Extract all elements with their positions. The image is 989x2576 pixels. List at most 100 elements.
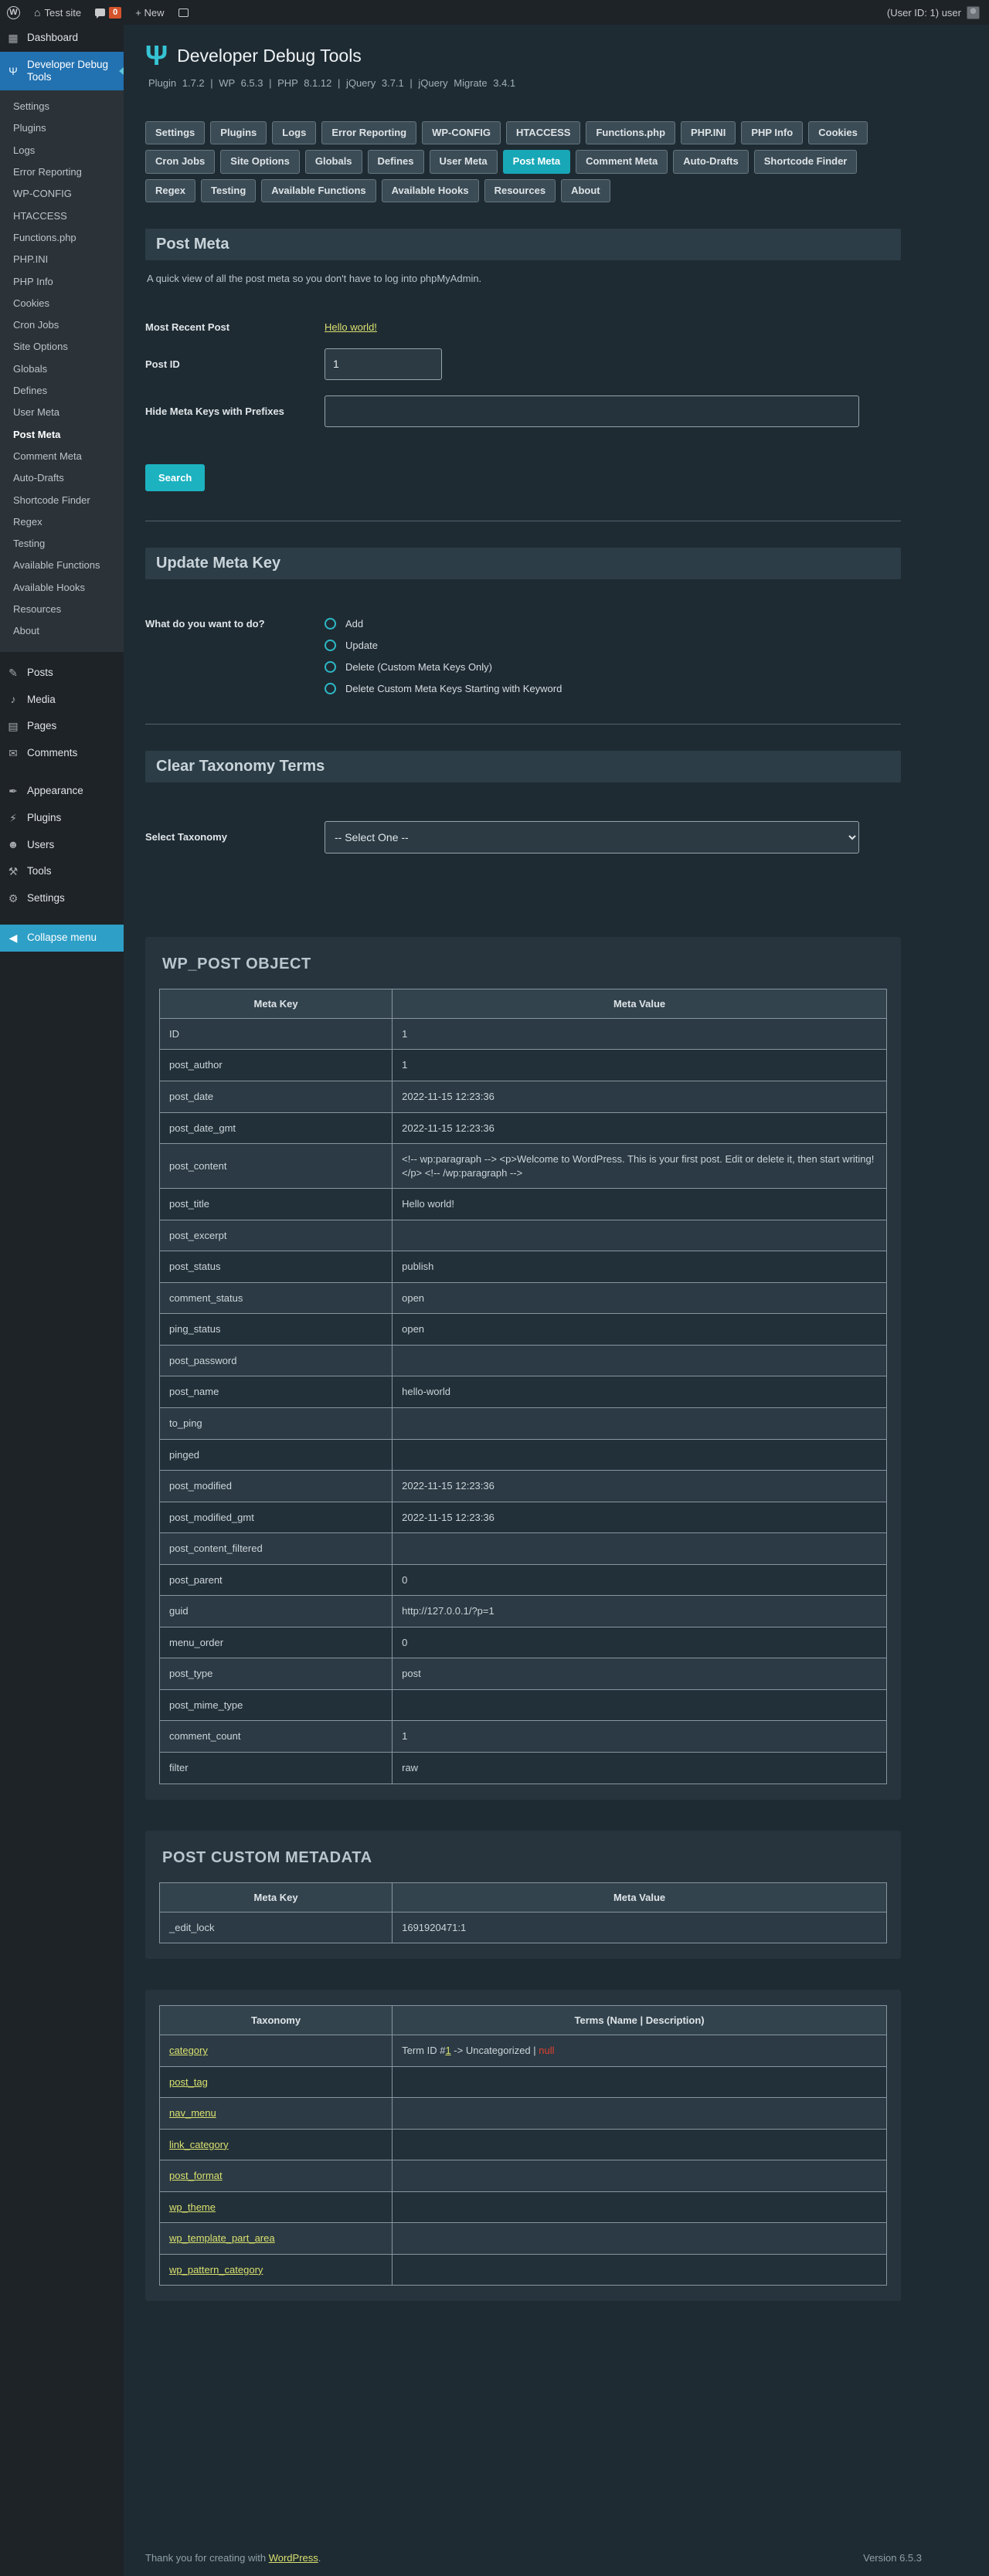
tab[interactable]: Defines bbox=[368, 150, 424, 173]
sidebar-item-dashboard[interactable]: ▦ Dashboard bbox=[0, 25, 124, 52]
submenu-item[interactable]: WP-CONFIG bbox=[0, 183, 124, 205]
tab[interactable]: Post Meta bbox=[503, 150, 570, 173]
sidebar-item[interactable]: ✒ Appearance bbox=[0, 778, 124, 805]
comments-link[interactable]: 0 bbox=[88, 0, 128, 25]
table-row: post_date 2022-11-15 12:23:36 bbox=[160, 1081, 887, 1112]
new-content-link[interactable]: + New bbox=[128, 0, 171, 25]
meta-value-cell bbox=[393, 1220, 887, 1251]
sidebar-item[interactable]: ♪ Media bbox=[0, 686, 124, 713]
tab[interactable]: Shortcode Finder bbox=[754, 150, 858, 173]
meta-value-cell: 2022-11-15 12:23:36 bbox=[393, 1112, 887, 1144]
tab[interactable]: Error Reporting bbox=[321, 121, 416, 144]
tab[interactable]: HTACCESS bbox=[506, 121, 581, 144]
term-id-link[interactable]: 1 bbox=[445, 2045, 450, 2056]
tab[interactable]: User Meta bbox=[430, 150, 498, 173]
tab[interactable]: Available Hooks bbox=[382, 179, 479, 202]
tab[interactable]: Available Functions bbox=[261, 179, 376, 202]
post-id-input[interactable] bbox=[325, 348, 442, 380]
tab[interactable]: Comment Meta bbox=[576, 150, 668, 173]
taxonomy-link[interactable]: wp_theme bbox=[169, 2201, 216, 2213]
tab[interactable]: Plugins bbox=[210, 121, 267, 144]
taxonomy-select[interactable]: -- Select One -- bbox=[325, 821, 859, 854]
wordpress-link[interactable]: WordPress bbox=[269, 2552, 318, 2564]
taxonomy-link[interactable]: link_category bbox=[169, 2139, 229, 2150]
wp-logo-menu[interactable]: W bbox=[0, 0, 27, 25]
submenu-item[interactable]: PHP.INI bbox=[0, 249, 124, 270]
submenu-item[interactable]: Settings bbox=[0, 96, 124, 117]
meta-key-cell: post_content bbox=[160, 1144, 393, 1189]
tab[interactable]: PHP Info bbox=[741, 121, 803, 144]
submenu-item[interactable]: Comment Meta bbox=[0, 446, 124, 467]
tab[interactable]: Cookies bbox=[808, 121, 868, 144]
submenu-item[interactable]: PHP Info bbox=[0, 271, 124, 293]
user-avatar[interactable] bbox=[967, 6, 980, 19]
submenu-item[interactable]: Site Options bbox=[0, 336, 124, 358]
tab[interactable]: Auto-Drafts bbox=[673, 150, 749, 173]
submenu-item[interactable]: Available Hooks bbox=[0, 577, 124, 599]
submenu-item[interactable]: Auto-Drafts bbox=[0, 467, 124, 489]
tab[interactable]: About bbox=[561, 179, 610, 202]
submenu-item[interactable]: Cookies bbox=[0, 293, 124, 314]
sidebar-item[interactable]: ⚡ Plugins bbox=[0, 805, 124, 832]
radio-button-icon[interactable] bbox=[325, 618, 336, 630]
tab[interactable]: Site Options bbox=[220, 150, 300, 173]
radio-option[interactable]: Delete Custom Meta Keys Starting with Ke… bbox=[325, 683, 562, 694]
submenu-item[interactable]: Shortcode Finder bbox=[0, 490, 124, 511]
taxonomy-link[interactable]: post_format bbox=[169, 2170, 223, 2181]
taxonomy-link[interactable]: category bbox=[169, 2045, 208, 2056]
submenu-item[interactable]: Defines bbox=[0, 380, 124, 402]
search-button[interactable]: Search bbox=[145, 464, 205, 491]
radio-button-icon[interactable] bbox=[325, 640, 336, 651]
radio-option[interactable]: Add bbox=[325, 618, 562, 630]
sidebar-item[interactable]: ▤ Pages bbox=[0, 713, 124, 740]
sidebar-item-developer-debug-tools[interactable]: Ψ Developer Debug Tools bbox=[0, 52, 124, 90]
ddt-adminbar-item[interactable] bbox=[172, 0, 195, 25]
radio-button-icon[interactable] bbox=[325, 661, 336, 673]
submenu-item[interactable]: Available Functions bbox=[0, 555, 124, 576]
site-name-link[interactable]: ⌂ Test site bbox=[27, 0, 88, 25]
sidebar-item[interactable]: ✉ Comments bbox=[0, 740, 124, 767]
submenu-item[interactable]: User Meta bbox=[0, 402, 124, 423]
taxonomy-link[interactable]: nav_menu bbox=[169, 2107, 216, 2119]
submenu-item[interactable]: Functions.php bbox=[0, 227, 124, 249]
sidebar-item[interactable]: ☻ Users bbox=[0, 831, 124, 858]
meta-value-cell: 1 bbox=[393, 1721, 887, 1753]
sidebar-item[interactable]: ⚙ Settings bbox=[0, 885, 124, 912]
submenu-item[interactable]: Globals bbox=[0, 358, 124, 380]
tab[interactable]: Testing bbox=[201, 179, 256, 202]
tab[interactable]: Regex bbox=[145, 179, 195, 202]
submenu-item[interactable]: About bbox=[0, 620, 124, 642]
tab[interactable]: Functions.php bbox=[586, 121, 675, 144]
radio-option[interactable]: Update bbox=[325, 640, 562, 651]
submenu-item[interactable]: Logs bbox=[0, 140, 124, 161]
tab[interactable]: Cron Jobs bbox=[145, 150, 215, 173]
submenu-item[interactable]: Resources bbox=[0, 599, 124, 620]
post-id-row: Post ID bbox=[145, 348, 901, 380]
tab[interactable]: Settings bbox=[145, 121, 205, 144]
tab[interactable]: Globals bbox=[305, 150, 362, 173]
tab[interactable]: Logs bbox=[272, 121, 316, 144]
submenu-item[interactable]: Error Reporting bbox=[0, 161, 124, 183]
table-row: post_modified_gmt 2022-11-15 12:23:36 bbox=[160, 1502, 887, 1533]
submenu-item[interactable]: Testing bbox=[0, 533, 124, 555]
submenu-item[interactable]: Cron Jobs bbox=[0, 314, 124, 336]
taxonomy-link[interactable]: wp_template_part_area bbox=[169, 2232, 275, 2244]
tab[interactable]: Resources bbox=[484, 179, 556, 202]
submenu-item[interactable]: Regex bbox=[0, 511, 124, 533]
taxonomy-link[interactable]: post_tag bbox=[169, 2076, 208, 2088]
tab[interactable]: WP-CONFIG bbox=[422, 121, 501, 144]
radio-button-icon[interactable] bbox=[325, 683, 336, 694]
collapse-menu-button[interactable]: ◀ Collapse menu bbox=[0, 925, 124, 952]
sidebar-item[interactable]: ✎ Posts bbox=[0, 660, 124, 687]
table-row: category Term ID #1 -> Uncategorized | n… bbox=[160, 2035, 887, 2067]
submenu-item[interactable]: HTACCESS bbox=[0, 205, 124, 227]
radio-option[interactable]: Delete (Custom Meta Keys Only) bbox=[325, 661, 562, 673]
tab[interactable]: PHP.INI bbox=[681, 121, 736, 144]
hide-prefixes-input[interactable] bbox=[325, 395, 859, 427]
recent-post-link[interactable]: Hello world! bbox=[325, 321, 377, 333]
taxonomy-link[interactable]: wp_pattern_category bbox=[169, 2264, 263, 2276]
submenu-item[interactable]: Post Meta bbox=[0, 424, 124, 446]
submenu-item[interactable]: Plugins bbox=[0, 117, 124, 139]
user-account-label[interactable]: (User ID: 1) user bbox=[887, 7, 961, 19]
sidebar-item[interactable]: ⚒ Tools bbox=[0, 858, 124, 885]
